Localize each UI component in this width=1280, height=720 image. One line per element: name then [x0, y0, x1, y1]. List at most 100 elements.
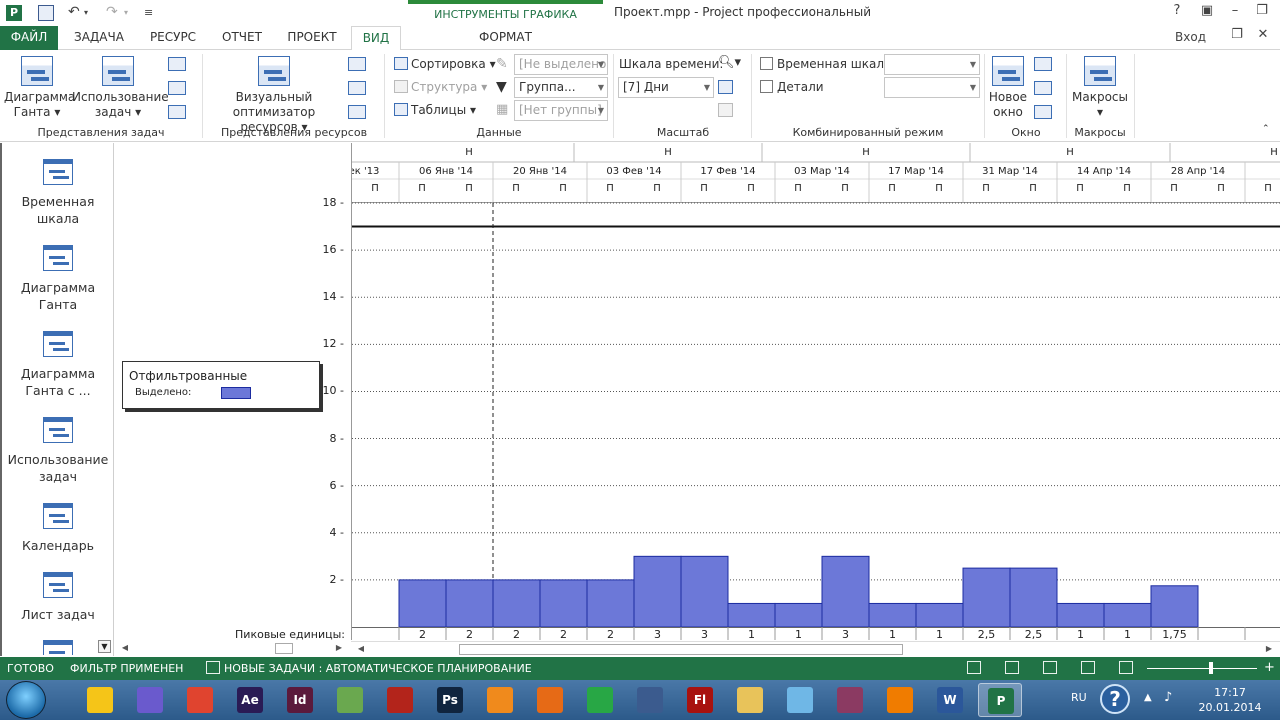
taskbar-app[interactable] — [578, 683, 622, 717]
volume-icon[interactable]: ♪ — [1164, 690, 1172, 705]
viewbar-item-task-usage[interactable]: Использование задач — [2, 417, 114, 485]
filter-dropdown[interactable]: Группа... ▼ — [514, 77, 608, 98]
details-view-dropdown[interactable]: ▼ — [884, 77, 980, 98]
taskbar-app[interactable]: W — [928, 683, 972, 717]
scroll-right-icon[interactable]: ▶ — [333, 642, 345, 654]
zoom-slider-track[interactable] — [1147, 668, 1257, 669]
tab-file[interactable]: ФАЙЛ — [0, 26, 58, 50]
taskbar-app[interactable] — [378, 683, 422, 717]
sign-in-link[interactable]: Вход — [1175, 30, 1206, 44]
status-new-tasks[interactable]: НОВЫЕ ЗАДАЧИ : АВТОМАТИЧЕСКОЕ ПЛАНИРОВАН… — [224, 662, 532, 675]
task-view-small-1-icon[interactable] — [168, 57, 186, 71]
scroll-left-icon[interactable]: ◀ — [355, 643, 367, 655]
tab-view[interactable]: ВИД — [351, 26, 401, 51]
taskbar-app[interactable] — [328, 683, 372, 717]
outline-button[interactable]: Структура ▾ — [394, 80, 487, 94]
new-window-button[interactable]: Новое окно — [986, 56, 1030, 120]
timeline-checkbox[interactable] — [760, 57, 773, 70]
tables-button[interactable]: Таблицы ▾ — [394, 103, 476, 117]
customize-qa-icon[interactable]: ≡ — [144, 6, 153, 24]
gantt-chart-button[interactable]: Диаграмма Ганта ▾ — [4, 56, 75, 120]
restore-doc-button[interactable]: ❐ — [1226, 27, 1248, 47]
restore-button[interactable]: ❐ — [1250, 3, 1274, 23]
highlight-dropdown[interactable]: [Не выделено ▼ — [514, 54, 608, 75]
taskbar-app[interactable] — [878, 683, 922, 717]
taskbar-app[interactable] — [828, 683, 872, 717]
view-shortcut-gantt-icon[interactable] — [967, 661, 981, 674]
tab-report[interactable]: ОТЧЕТ — [214, 26, 270, 50]
help-button[interactable]: ? — [1166, 3, 1188, 23]
timescale-dropdown[interactable]: [7] Дни ▼ — [618, 77, 714, 98]
tab-resource[interactable]: РЕСУРС — [140, 26, 206, 50]
filter-icon[interactable]: ▼ — [496, 79, 507, 95]
viewbar-item-tracking-gantt[interactable]: Диаграмма Ганта с ... — [2, 331, 114, 399]
taskbar-app[interactable]: Ae — [228, 683, 272, 717]
task-view-small-2-icon[interactable] — [168, 81, 186, 95]
taskbar-app[interactable] — [478, 683, 522, 717]
taskbar-app[interactable] — [178, 683, 222, 717]
taskbar-app[interactable]: P — [978, 683, 1022, 717]
zoom-icon[interactable]: 🔍︎▾ — [718, 55, 741, 70]
viewbar-item-task-sheet[interactable]: Лист задач — [2, 572, 114, 623]
task-usage-button[interactable]: Использование задач ▾ — [72, 56, 169, 120]
group-by-icon[interactable]: ▦ — [496, 102, 508, 117]
timeline-view-dropdown[interactable]: ▼ — [884, 54, 980, 75]
legend-scroll-thumb[interactable] — [275, 643, 293, 654]
tray-clock[interactable]: 17:17 20.01.2014 — [1190, 685, 1270, 715]
view-shortcut-usage-icon[interactable] — [1005, 661, 1019, 674]
taskbar-app[interactable]: Ps — [428, 683, 472, 717]
viewbar-item-calendar[interactable]: Календарь — [2, 503, 114, 554]
taskbar-app[interactable]: Fl — [678, 683, 722, 717]
viewbar-scroll-down-icon[interactable]: ▼ — [98, 640, 111, 653]
taskbar-app[interactable] — [778, 683, 822, 717]
taskbar-app[interactable] — [128, 683, 172, 717]
macros-button[interactable]: Макросы ▾ — [1070, 56, 1130, 120]
zoom-slider-thumb[interactable] — [1209, 662, 1213, 674]
entire-project-icon[interactable] — [718, 80, 733, 94]
chart-scroll-thumb[interactable] — [459, 644, 903, 655]
minimize-button[interactable]: – — [1224, 3, 1246, 23]
arrange-all-icon[interactable] — [1034, 81, 1052, 95]
view-shortcut-sheet-icon[interactable] — [1081, 661, 1095, 674]
resource-graph[interactable]: Н Н Н Н Нек '13 06 Янв '14 20 Янв '14 03 Фев '1… — [351, 143, 1280, 640]
resource-view-small-2-icon[interactable] — [348, 81, 366, 95]
new-tasks-icon[interactable] — [206, 661, 220, 674]
taskbar-app[interactable] — [528, 683, 572, 717]
undo-icon[interactable]: ↶ — [68, 4, 80, 22]
sort-button[interactable]: Сортировка ▾ — [394, 57, 496, 71]
redo-icon[interactable]: ↷ — [106, 4, 118, 22]
taskbar-app[interactable] — [78, 683, 122, 717]
tray-language[interactable]: RU — [1071, 691, 1087, 704]
details-checkbox[interactable] — [760, 80, 773, 93]
scroll-right-icon[interactable]: ▶ — [1263, 643, 1275, 655]
tray-help-icon[interactable]: ? — [1100, 684, 1130, 714]
redo-dropdown-icon[interactable]: ▾ — [124, 8, 128, 26]
start-button[interactable] — [6, 681, 46, 719]
collapse-ribbon-icon[interactable]: ⌃ — [1262, 124, 1270, 134]
zoom-in-icon[interactable]: + — [1264, 660, 1275, 675]
viewbar-item-gantt[interactable]: Диаграмма Ганта — [2, 245, 114, 313]
tab-project[interactable]: ПРОЕКТ — [280, 26, 344, 50]
tray-expand-icon[interactable]: ▲ — [1144, 692, 1152, 703]
hide-window-icon[interactable] — [1034, 105, 1052, 119]
undo-dropdown-icon[interactable]: ▾ — [84, 8, 88, 26]
selected-tasks-icon[interactable] — [718, 103, 733, 117]
highlight-icon[interactable]: ✎ — [496, 56, 508, 72]
switch-windows-icon[interactable] — [1034, 57, 1052, 71]
tab-format[interactable]: ФОРМАТ — [408, 26, 603, 50]
task-view-small-3-icon[interactable] — [168, 105, 186, 119]
viewbar-item-timeline[interactable]: Временная шкала — [2, 159, 114, 227]
resource-view-small-3-icon[interactable] — [348, 105, 366, 119]
legend-hscrollbar[interactable]: ◀ ▶ — [115, 641, 351, 656]
view-shortcut-planner-icon[interactable] — [1043, 661, 1057, 674]
resource-optimizer-button[interactable]: Визуальный оптимизатор ресурсов ▾ — [204, 56, 344, 135]
taskbar-app[interactable] — [728, 683, 772, 717]
save-icon[interactable] — [38, 5, 54, 21]
project-app-icon[interactable]: P — [6, 5, 22, 21]
ribbon-display-options-icon[interactable]: ▣ — [1196, 3, 1218, 23]
scroll-left-icon[interactable]: ◀ — [119, 642, 131, 654]
taskbar-app[interactable]: Id — [278, 683, 322, 717]
group-dropdown[interactable]: [Нет группы] ▼ — [514, 100, 608, 121]
resource-view-small-1-icon[interactable] — [348, 57, 366, 71]
chart-hscrollbar[interactable]: ◀ ▶ — [351, 641, 1280, 656]
